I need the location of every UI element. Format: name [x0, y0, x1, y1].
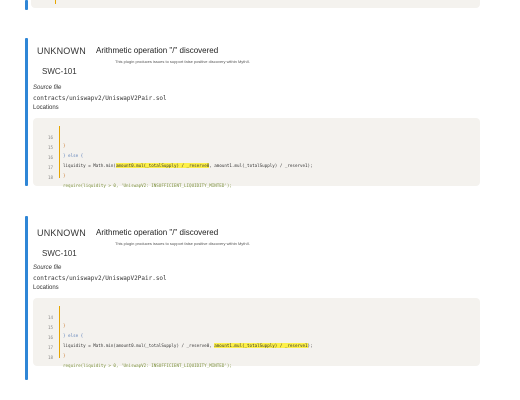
finding-accent-bar: [25, 0, 28, 10]
gutter-line: [59, 126, 60, 178]
code-text: require(liquidity > 0, 'UniswapV2: INSUF…: [63, 363, 232, 368]
code-text: } else {: [63, 333, 84, 338]
code-text: require(liquidity > 0, 'UniswapV2: INSUF…: [63, 183, 232, 188]
source-file-path[interactable]: contracts/uniswapv2/UniswapV2Pair.sol: [33, 275, 167, 282]
swc-id[interactable]: SWC-101: [42, 67, 77, 76]
code-line: 17 }: [33, 156, 66, 178]
code-line: 15 } else {: [33, 316, 83, 338]
code-snippet: 16 } 15 } else { 16 liquidity = Math.min…: [33, 118, 480, 188]
severity-label: UNKNOWN: [37, 228, 86, 238]
code-line: 18 require(liquidity > 0, 'UniswapV2: IN…: [33, 166, 232, 188]
finding-description: This plugin produces issues to support f…: [115, 59, 251, 64]
swc-id[interactable]: SWC-101: [42, 249, 77, 258]
code-line: 15 } else {: [33, 136, 83, 158]
finding-title: Arithmetic operation "/" discovered: [96, 46, 219, 55]
code-line-highlighted: 16 liquidity = Math.min(amount0.mul(_tot…: [33, 146, 313, 168]
finding-accent-bar: [25, 216, 28, 380]
highlighted-expression: amount1.mul(_totalSupply) / _reserve1: [214, 343, 308, 348]
code-text: }: [63, 143, 66, 148]
finding-title: Arithmetic operation "/" discovered: [96, 228, 219, 237]
code-text: liquidity = Math.min(amount0.mul(_totalS…: [63, 343, 215, 348]
code-line: 14 }: [33, 306, 66, 328]
code-text: , amount1.mul(_totalSupply) / _reserve1)…: [209, 163, 313, 168]
source-file-label: Source file: [33, 265, 62, 271]
code-text: } else {: [63, 153, 84, 158]
code-block-tail: [31, 0, 480, 8]
source-file-label: Source file: [33, 85, 62, 91]
finding-description: This plugin produces issues to support f…: [115, 241, 251, 246]
code-text: }: [63, 353, 66, 358]
highlighted-expression: amount0.mul(_totalSupply) / _reserve0: [115, 163, 210, 168]
line-number: 18: [47, 355, 53, 360]
code-line: 17 }: [33, 336, 66, 358]
finding-header: UNKNOWN SWC-101 Arithmetic operation "/"…: [33, 222, 480, 266]
code-text: );: [307, 343, 313, 348]
locations-label: Locations: [33, 285, 59, 291]
gutter-line: [59, 306, 60, 358]
finding-accent-bar: [25, 38, 28, 186]
code-line-highlighted: 16 liquidity = Math.min(amount0.mul(_tot…: [33, 326, 313, 348]
code-text: liquidity = Math.min(: [63, 163, 116, 168]
line-number: 18: [47, 175, 53, 180]
code-text: }: [63, 323, 66, 328]
code-text: }: [63, 173, 66, 178]
code-line: 18 require(liquidity > 0, 'UniswapV2: IN…: [33, 346, 232, 368]
code-line: 16 }: [33, 126, 66, 148]
code-snippet: 14 } 15 } else { 16 liquidity = Math.min…: [33, 298, 480, 368]
locations-label: Locations: [33, 105, 59, 111]
finding-header: UNKNOWN SWC-101 Arithmetic operation "/"…: [33, 40, 480, 84]
severity-label: UNKNOWN: [37, 46, 86, 56]
gutter-line: [55, 0, 56, 4]
finding-card: UNKNOWN SWC-101 Arithmetic operation "/"…: [33, 40, 480, 188]
finding-card: UNKNOWN SWC-101 Arithmetic operation "/"…: [33, 222, 480, 368]
source-file-path[interactable]: contracts/uniswapv2/UniswapV2Pair.sol: [33, 95, 167, 102]
